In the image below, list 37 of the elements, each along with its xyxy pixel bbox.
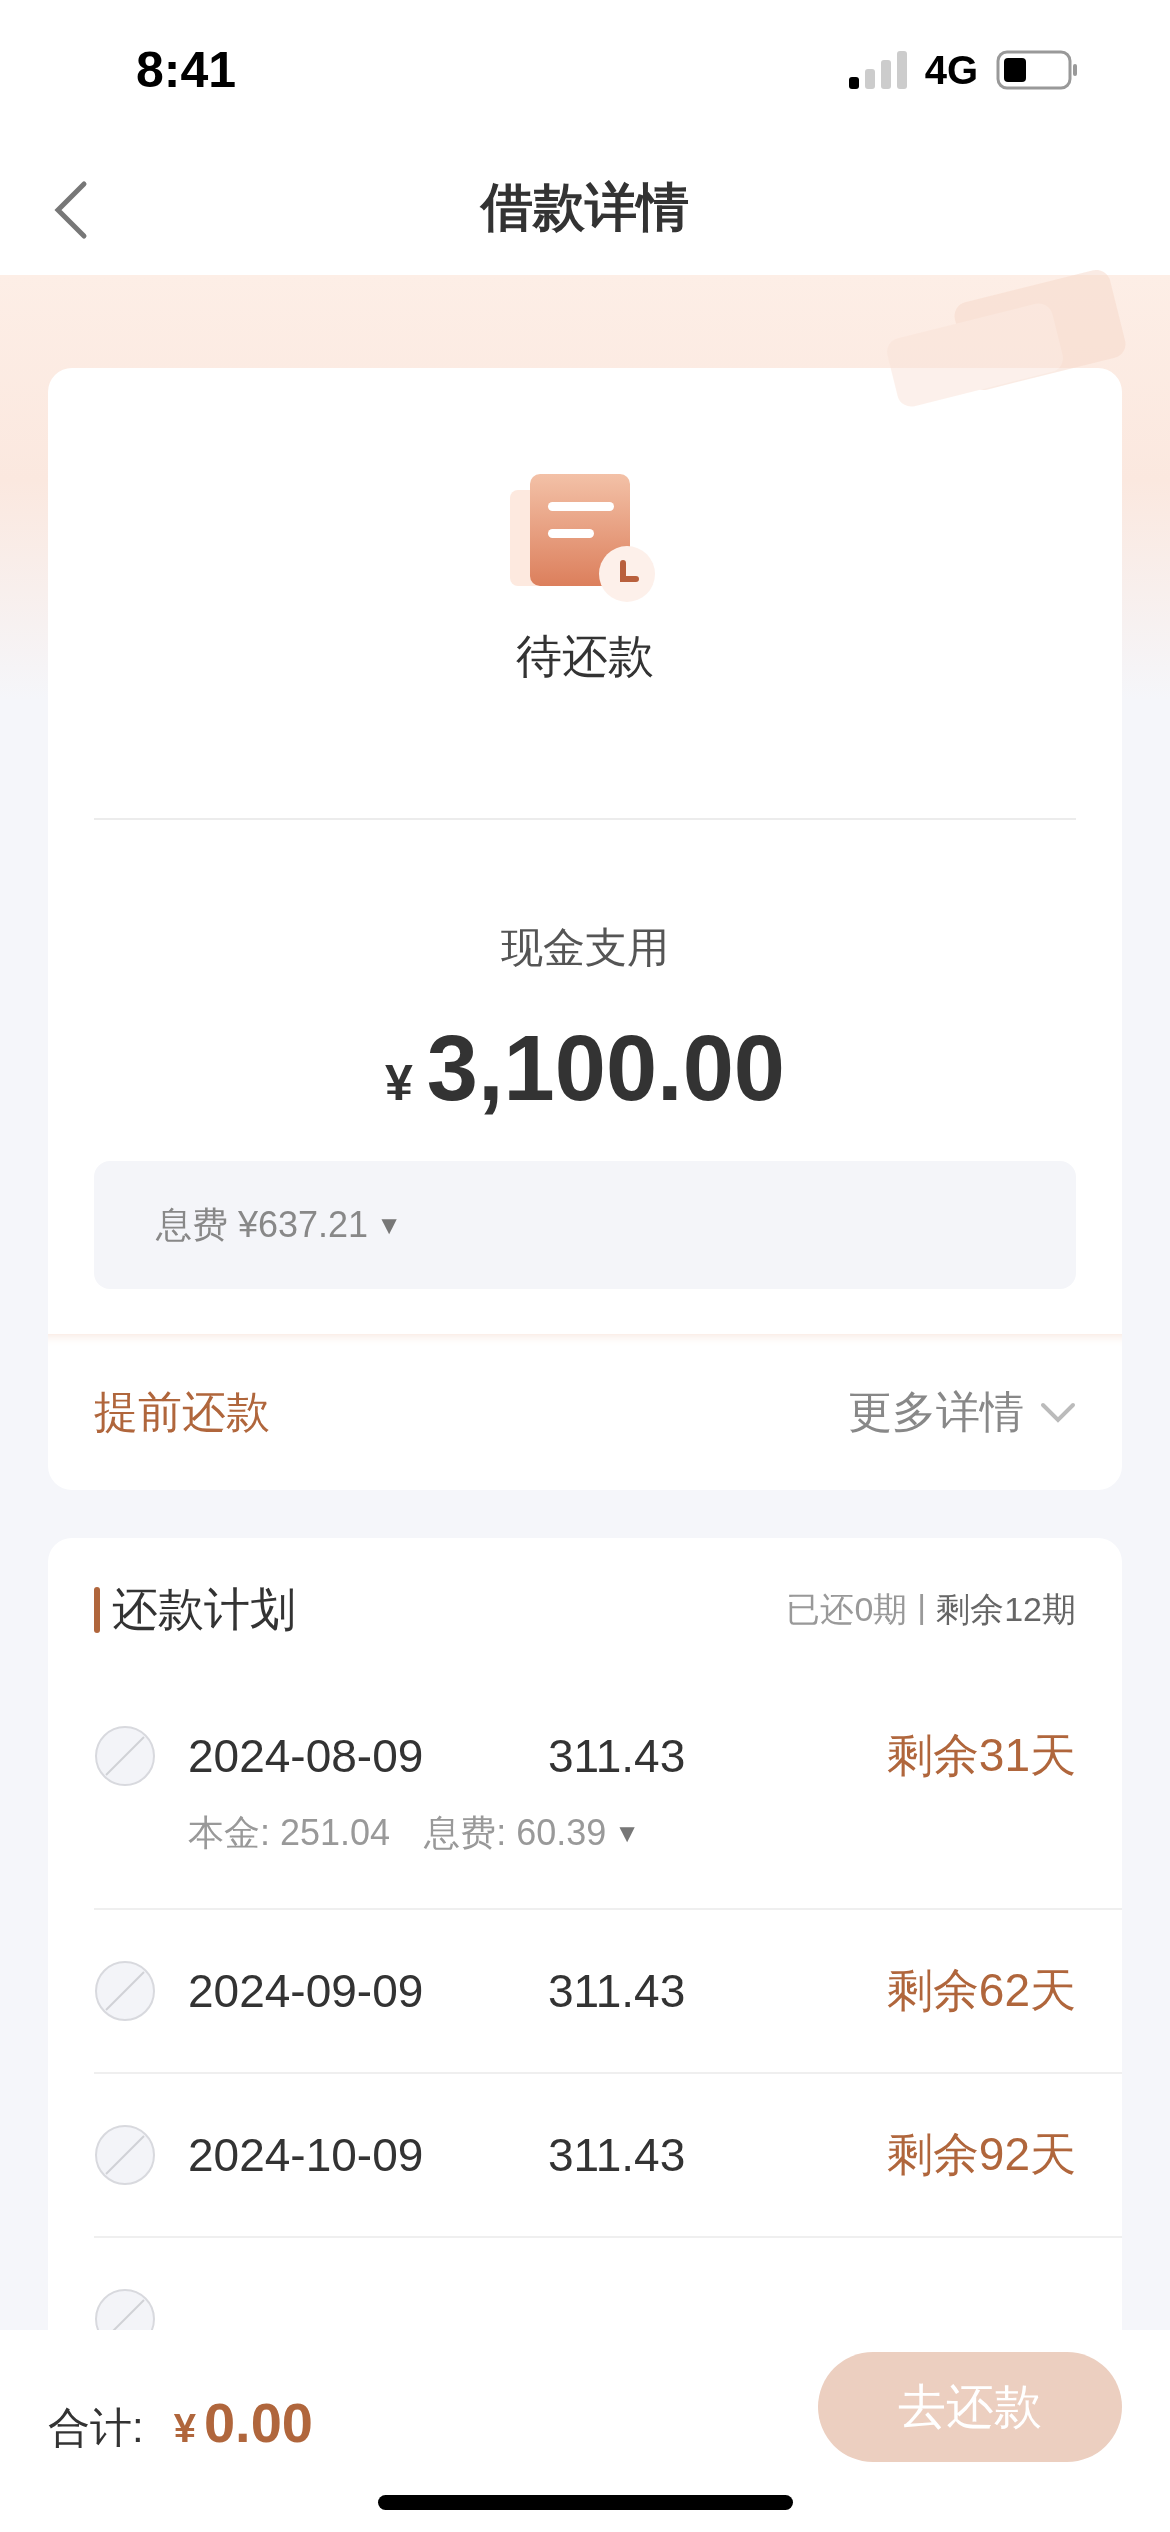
slashed-circle-icon — [94, 1725, 156, 1787]
paid-periods: 已还0期 — [786, 1589, 908, 1630]
installment-amount: 311.43 — [548, 1729, 686, 1783]
installment-amount: 311.43 — [548, 1964, 686, 2018]
total-label: 合计: — [48, 2403, 144, 2453]
signal-icon — [848, 51, 907, 89]
prepay-link[interactable]: 提前还款 — [94, 1383, 270, 1442]
separator: | — [917, 1587, 927, 1627]
principal-text: 本金: 251.04 — [188, 1811, 391, 1855]
due-date: 2024-09-09 — [188, 1964, 425, 2018]
total-amount: 0.00 — [203, 2391, 313, 2454]
more-details-button[interactable]: 更多详情 — [848, 1383, 1076, 1442]
due-date: 2024-08-09 — [188, 1729, 425, 1783]
network-label: 4G — [924, 47, 978, 93]
currency-symbol: ¥ — [385, 1054, 413, 1112]
days-remaining: 剩余31天 — [886, 1728, 1076, 1783]
slashed-circle-icon — [94, 1960, 156, 2022]
fee-toggle[interactable]: ▼ — [614, 1818, 640, 1849]
battery-icon — [996, 50, 1078, 90]
due-date: 2024-10-09 — [188, 2128, 425, 2182]
days-remaining: 剩余62天 — [886, 1963, 1076, 2018]
section-title: 还款计划 — [112, 1582, 296, 1637]
remaining-periods: 剩余12期 — [936, 1589, 1076, 1630]
fee-text: 息费: 60.39 — [424, 1811, 607, 1855]
loan-type-label: 现金支用 — [501, 923, 669, 973]
fee-toggle[interactable]: ▼ — [376, 1209, 402, 1241]
installment-amount: 311.43 — [548, 2128, 686, 2182]
currency-symbol: ¥ — [173, 2406, 196, 2450]
page-title: 借款详情 — [481, 176, 689, 238]
days-remaining: 剩余92天 — [886, 2127, 1076, 2182]
status-time: 8:41 — [136, 41, 237, 99]
slashed-circle-icon — [94, 2124, 156, 2186]
loan-amount: 3,100.00 — [426, 1016, 785, 1121]
chevron-down-icon — [1040, 1401, 1076, 1424]
fee-text: 息费 ¥637.21 — [156, 1202, 369, 1247]
loan-status: 待还款 — [516, 629, 654, 684]
accent-bar — [94, 1587, 100, 1633]
